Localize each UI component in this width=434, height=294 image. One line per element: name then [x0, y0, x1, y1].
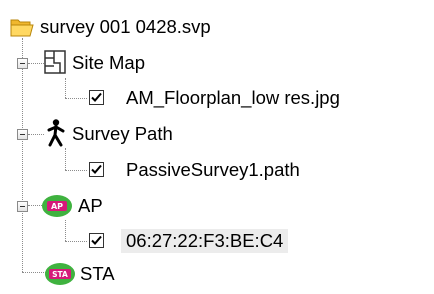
svg-text:AP: AP	[51, 202, 63, 211]
tree-node-label: STA	[80, 263, 115, 284]
tree-leaf-path[interactable]: PassiveSurvey1.path	[0, 152, 434, 188]
checkbox-floorplan[interactable]	[89, 90, 104, 105]
tree-root-label: survey 001 0428.svp	[40, 16, 211, 37]
access-point-icon: AP	[41, 193, 73, 224]
checkbox-ap-mac[interactable]	[89, 233, 104, 248]
checkbox-path[interactable]	[89, 162, 104, 177]
tree-node-sta[interactable]: STA STA	[0, 258, 434, 294]
tree-leaf-ap-mac[interactable]: 06:27:22:F3:BE:C4	[0, 223, 434, 259]
svg-text:STA: STA	[52, 270, 68, 279]
station-icon: STA	[44, 261, 76, 292]
tree-leaf-floorplan[interactable]: AM_Floorplan_low res.jpg	[0, 80, 434, 116]
tree-leaf-label: PassiveSurvey1.path	[126, 159, 300, 180]
tree-node-site-map[interactable]: Site Map	[0, 45, 434, 81]
tree-view: survey 001 0428.svp Site Map AM_Floorpla…	[0, 0, 434, 290]
collapse-toggle[interactable]	[17, 58, 28, 69]
collapse-toggle[interactable]	[17, 129, 28, 140]
site-map-icon	[44, 50, 66, 79]
collapse-toggle[interactable]	[17, 201, 28, 212]
tree-leaf-label: AM_Floorplan_low res.jpg	[126, 87, 340, 108]
tree-leaf-label: 06:27:22:F3:BE:C4	[121, 229, 289, 253]
tree-node-survey-path[interactable]: Survey Path	[0, 116, 434, 152]
folder-open-icon	[10, 17, 36, 42]
tree-node-ap[interactable]: AP AP	[0, 188, 434, 224]
tree-node-label: AP	[78, 195, 103, 216]
tree-node-label: Site Map	[72, 52, 146, 73]
tree-root[interactable]: survey 001 0428.svp	[0, 10, 434, 46]
tree-node-label: Survey Path	[72, 123, 173, 144]
walking-person-icon	[46, 119, 66, 152]
